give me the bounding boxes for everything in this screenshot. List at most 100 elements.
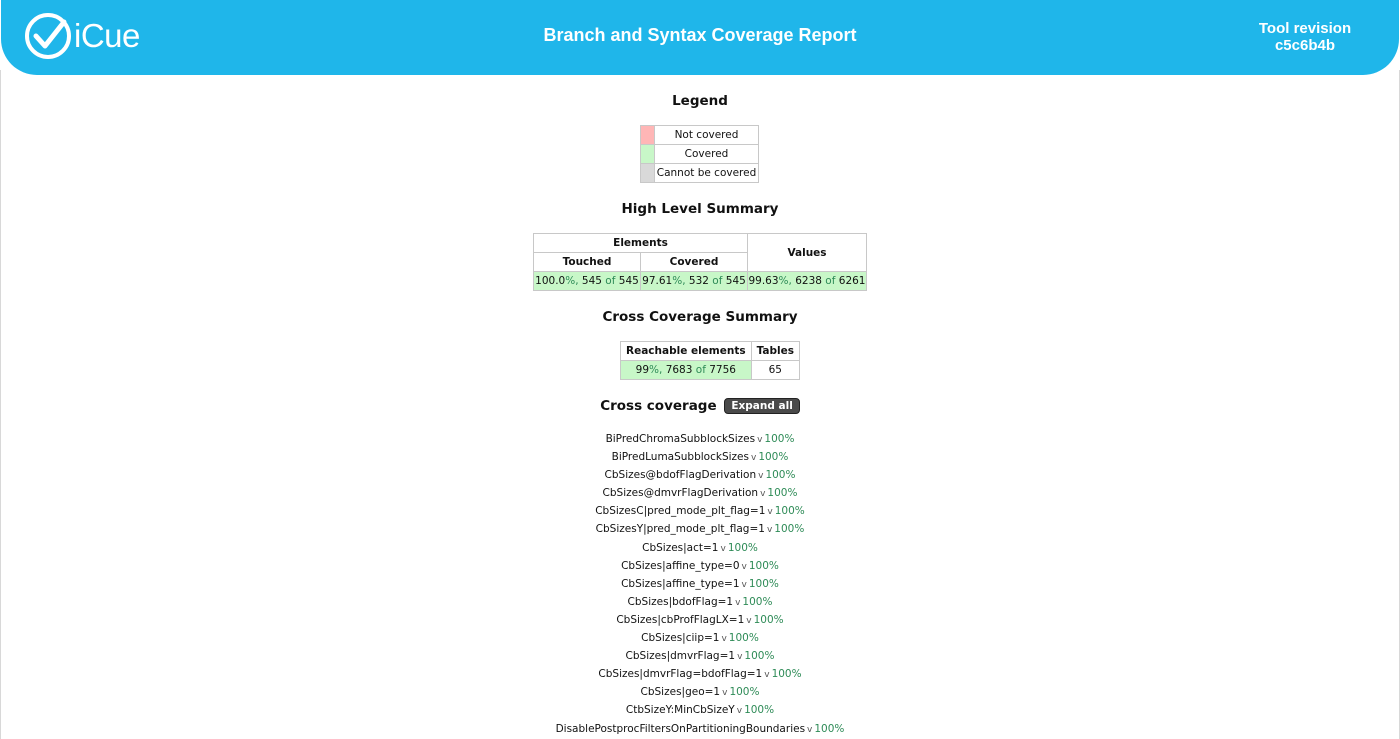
report-header: iCue Branch and Syntax Coverage Report T… <box>1 0 1399 75</box>
chevron-down-icon[interactable]: v <box>742 580 747 590</box>
cross-coverage-heading: Cross coverage Expand all <box>0 398 1400 414</box>
chevron-down-icon[interactable]: v <box>760 489 765 499</box>
legend-label: Covered <box>654 144 759 164</box>
high-level-summary-table: Elements Values Touched Covered 100.0%, … <box>533 233 867 291</box>
values-value: 99.63%, 6238 of 6261 <box>747 271 867 291</box>
chevron-down-icon[interactable]: v <box>758 471 763 481</box>
cross-coverage-item[interactable]: CbSizes|ciip=1 v 100% <box>0 629 1400 647</box>
cross-coverage-item-name: CbSizes|geo=1 <box>640 686 721 699</box>
chevron-down-icon[interactable]: v <box>721 634 726 644</box>
cross-coverage-item[interactable]: CbSizes@dmvrFlagDerivation v 100% <box>0 484 1400 502</box>
cross-coverage-item-name: CbSizes|dmvrFlag=1 <box>625 650 736 663</box>
report-page: iCue Branch and Syntax Coverage Report T… <box>0 0 1400 739</box>
cross-coverage-item-name: CbSizes@dmvrFlagDerivation <box>602 487 759 500</box>
cross-coverage-item-name: CbSizes|affine_type=0 <box>621 559 740 572</box>
not-covered-swatch <box>640 125 655 145</box>
cross-coverage-item[interactable]: DisablePostprocFiltersOnPartitioningBoun… <box>0 720 1400 738</box>
cross-coverage-item[interactable]: CbSizes|affine_type=1 v 100% <box>0 575 1400 593</box>
chevron-down-icon[interactable]: v <box>767 507 772 517</box>
values-header: Values <box>747 233 867 272</box>
cross-coverage-item[interactable]: CbSizes|act=1 v 100% <box>0 539 1400 557</box>
touched-header: Touched <box>533 252 641 272</box>
reachable-elements-value: 99%, 7683 of 7756 <box>620 360 752 380</box>
cross-coverage-item[interactable]: CbSizes|bdofFlag=1 v 100% <box>0 593 1400 611</box>
cross-coverage-item-pct: 100% <box>727 541 758 554</box>
cross-coverage-item-pct: 100% <box>765 469 796 482</box>
chevron-down-icon[interactable]: v <box>807 725 812 735</box>
chevron-down-icon[interactable]: v <box>742 562 747 572</box>
cross-coverage-item[interactable]: CbSizes|geo=1 v 100% <box>0 683 1400 701</box>
cross-coverage-item[interactable]: CbSizes|dmvrFlag=bdofFlag=1 v 100% <box>0 665 1400 683</box>
cross-coverage-item-pct: 100% <box>729 686 760 699</box>
chevron-down-icon[interactable]: v <box>722 688 727 698</box>
chevron-down-icon[interactable]: v <box>767 525 772 535</box>
cross-coverage-item-pct: 100% <box>728 632 759 645</box>
chevron-down-icon[interactable]: v <box>757 435 762 445</box>
cross-coverage-item[interactable]: BiPredLumaSubblockSizes v 100% <box>0 448 1400 466</box>
legend-title: Legend <box>672 93 728 109</box>
legend-row-covered: Covered <box>640 144 759 164</box>
cross-coverage-item-pct: 100% <box>814 722 845 735</box>
page-title: Branch and Syntax Coverage Report <box>543 25 857 45</box>
cross-coverage-item-pct: 100% <box>774 505 805 518</box>
cross-coverage-item-pct: 100% <box>742 595 773 608</box>
cross-coverage-item[interactable]: BiPredChromaSubblockSizes v 100% <box>0 430 1400 448</box>
high-level-summary-title: High Level Summary <box>621 201 779 217</box>
cross-coverage-item[interactable]: CbSizes|affine_type=0 v 100% <box>0 557 1400 575</box>
chevron-down-icon[interactable]: v <box>751 453 756 463</box>
cannot-be-covered-swatch <box>640 163 655 183</box>
cross-coverage-item-pct: 100% <box>771 668 802 681</box>
legend-row-cannot-be-covered: Cannot be covered <box>640 163 759 183</box>
cross-coverage-title: Cross coverage <box>600 398 717 414</box>
cross-coverage-item-name: CbSizes|bdofFlag=1 <box>627 595 734 608</box>
chevron-down-icon[interactable]: v <box>764 670 769 680</box>
cross-coverage-item[interactable]: CbSizes|dmvrFlag=1 v 100% <box>0 647 1400 665</box>
cross-coverage-item-pct: 100% <box>753 613 784 626</box>
cross-coverage-summary-table: Reachable elements Tables 99%, 7683 of 7… <box>620 341 801 380</box>
cross-coverage-item-name: CbSizesY|pred_mode_plt_flag=1 <box>595 523 765 536</box>
tables-value: 65 <box>750 360 801 380</box>
covered-value: 97.61%, 532 of 545 <box>640 271 748 291</box>
cross-coverage-item[interactable]: CbSizes@bdofFlagDerivation v 100% <box>0 466 1400 484</box>
cross-coverage-item[interactable]: CbSizesY|pred_mode_plt_flag=1 v 100% <box>0 520 1400 538</box>
cross-coverage-item-name: DisablePostprocFiltersOnPartitioningBoun… <box>555 722 806 735</box>
cross-coverage-item-name: CbSizes|affine_type=1 <box>621 577 740 590</box>
cross-coverage-item-name: CbSizes|cbProfFlagLX=1 <box>616 613 745 626</box>
expand-all-button[interactable]: Expand all <box>724 398 800 414</box>
chevron-down-icon[interactable]: v <box>737 652 742 662</box>
cross-coverage-summary-title: Cross Coverage Summary <box>602 309 798 325</box>
cross-coverage-item-name: CbSizes@bdofFlagDerivation <box>604 469 757 482</box>
legend-row-not-covered: Not covered <box>640 125 759 145</box>
cross-coverage-item[interactable]: CbSizesC|pred_mode_plt_flag=1 v 100% <box>0 502 1400 520</box>
elements-header: Elements <box>533 233 748 253</box>
chevron-down-icon[interactable]: v <box>721 544 726 554</box>
legend-label: Cannot be covered <box>654 163 759 183</box>
tables-header: Tables <box>750 341 801 361</box>
cross-coverage-item-pct: 100% <box>774 523 805 536</box>
cross-coverage-item-pct: 100% <box>764 433 795 445</box>
legend-table: Not covered Covered Cannot be covered <box>640 125 759 183</box>
cross-coverage-item-pct: 100% <box>767 487 798 500</box>
legend-label: Not covered <box>654 125 759 145</box>
cross-coverage-item-pct: 100% <box>744 704 775 717</box>
cross-coverage-item-name: CtbSizeY:MinCbSizeY <box>625 704 735 717</box>
revision-value: c5c6b4b <box>1274 37 1336 54</box>
touched-value: 100.0%, 545 of 545 <box>533 271 641 291</box>
covered-header: Covered <box>640 252 748 272</box>
covered-swatch <box>640 144 655 164</box>
cross-coverage-item-pct: 100% <box>744 650 775 663</box>
cross-coverage-item-name: BiPredChromaSubblockSizes <box>605 433 756 445</box>
high-level-values-row: 100.0%, 545 of 545 97.61%, 532 of 545 99… <box>533 271 867 291</box>
cross-coverage-item-name: CbSizes|ciip=1 <box>641 632 720 645</box>
chevron-down-icon[interactable]: v <box>737 706 742 716</box>
chevron-down-icon[interactable]: v <box>735 598 740 608</box>
reachable-elements-header: Reachable elements <box>620 341 752 361</box>
cross-coverage-item[interactable]: CtbSizeY:MinCbSizeY v 100% <box>0 701 1400 719</box>
cross-coverage-item-pct: 100% <box>748 577 779 590</box>
cross-coverage-item-pct: 100% <box>758 451 789 464</box>
tool-revision: Tool revision c5c6b4b <box>1245 20 1365 54</box>
cross-coverage-item-name: CbSizes|dmvrFlag=bdofFlag=1 <box>598 668 763 681</box>
cross-coverage-item[interactable]: CbSizes|cbProfFlagLX=1 v 100% <box>0 611 1400 629</box>
chevron-down-icon[interactable]: v <box>746 616 751 626</box>
cross-coverage-item-name: CbSizesC|pred_mode_plt_flag=1 <box>595 505 766 518</box>
